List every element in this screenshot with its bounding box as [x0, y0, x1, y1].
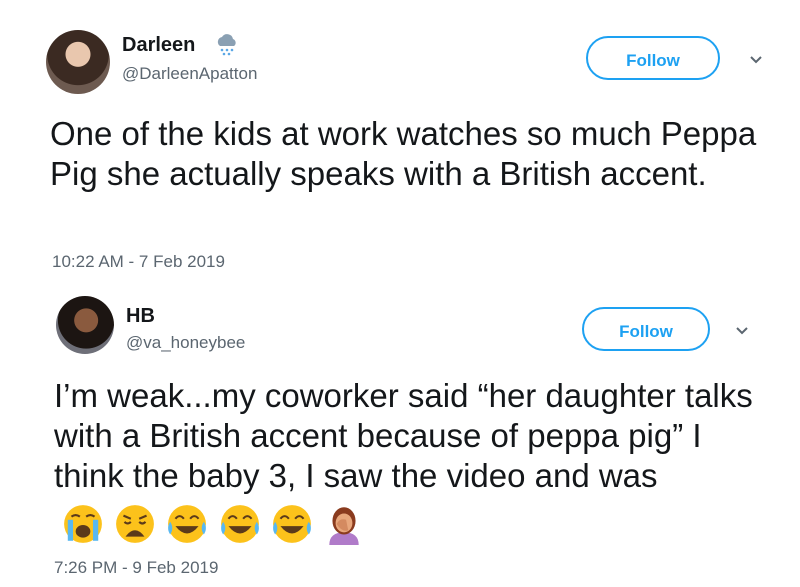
person-facepalming-icon	[329, 507, 359, 546]
user-name[interactable]: HB	[126, 305, 155, 328]
face-with-tears-of-joy-icon	[220, 505, 259, 544]
chevron-down-icon[interactable]	[734, 323, 750, 339]
face-with-tears-of-joy-icon	[168, 505, 207, 544]
tweet-hb: HB @va_honeybee Follow I’m weak...my cow…	[0, 283, 800, 587]
loudly-crying-face-icon	[64, 505, 102, 544]
user-handle[interactable]: @DarleenApatton	[122, 64, 257, 84]
avatar[interactable]	[46, 30, 110, 94]
chevron-down-icon[interactable]	[748, 52, 764, 68]
user-handle[interactable]: @va_honeybee	[126, 333, 245, 353]
emoji-row	[62, 502, 366, 546]
user-name[interactable]: Darleen	[122, 34, 195, 57]
tweet-darleen: Darleen @DarleenApatton Follow One of th…	[0, 0, 800, 283]
tweet-text: One of the kids at work watches so much …	[50, 115, 757, 192]
avatar[interactable]	[56, 296, 114, 354]
follow-button[interactable]: Follow	[586, 36, 720, 80]
weary-face-icon	[116, 505, 155, 544]
tweet-timestamp[interactable]: 10:22 AM - 7 Feb 2019	[52, 252, 225, 272]
face-with-tears-of-joy-icon	[272, 505, 311, 544]
tweet-timestamp[interactable]: 7:26 PM - 9 Feb 2019	[54, 558, 218, 578]
follow-button[interactable]: Follow	[582, 307, 710, 351]
tweet-text-body: I’m weak...my coworker said “her daughte…	[54, 377, 753, 494]
tweet-text: I’m weak...my coworker said “her daughte…	[54, 376, 774, 546]
cloud-rain-icon	[217, 34, 236, 56]
